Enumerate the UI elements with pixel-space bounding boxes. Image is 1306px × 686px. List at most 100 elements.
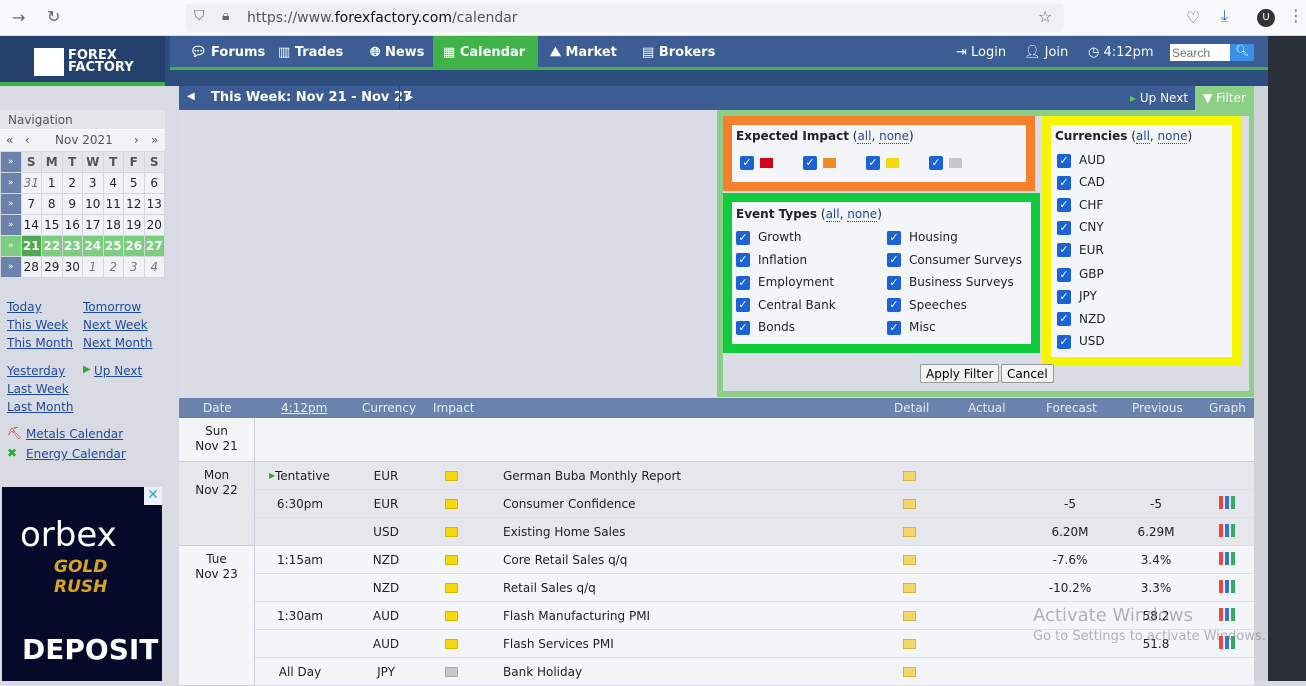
link-metals-calendar[interactable]: Metals Calendar: [26, 427, 123, 441]
prev-week-button[interactable]: ◀: [187, 91, 195, 102]
join-link[interactable]: 👤︎ Join: [1014, 36, 1078, 70]
impact-yellow-icon[interactable]: [445, 639, 458, 649]
nav-trades[interactable]: ▥ Trades: [268, 36, 353, 70]
currency-option[interactable]: ✓ AUD: [1057, 153, 1105, 168]
graph-icon[interactable]: [1219, 524, 1235, 537]
table-row[interactable]: ▶ Tentative EUR German Buba Monthly Report: [255, 462, 1254, 490]
reload-icon[interactable]: ↻: [47, 7, 60, 26]
event-type-option[interactable]: ✓ Speeches: [887, 298, 967, 312]
impact-all-link[interactable]: all: [857, 129, 872, 144]
link-up-next[interactable]: Up Next: [94, 364, 142, 378]
url-bar[interactable]: ⛉ 🔒︎ https://www.forexfactory.com/calend…: [186, 4, 1064, 32]
currency-option[interactable]: ✓ USD: [1057, 334, 1105, 349]
detail-folder-icon[interactable]: [903, 527, 916, 537]
checkbox-checked-icon[interactable]: ✓: [1057, 312, 1071, 327]
checkbox-checked-icon[interactable]: ✓: [736, 275, 750, 290]
nav-market[interactable]: ⛰︎ Market: [540, 36, 627, 70]
calendar-day[interactable]: 15: [41, 214, 63, 236]
week-select[interactable]: »: [0, 151, 22, 173]
event-type-option[interactable]: ✓ Misc: [887, 320, 936, 335]
impact-option[interactable]: ✓: [803, 155, 836, 170]
currency-option[interactable]: ✓ JPY: [1057, 289, 1097, 304]
checkbox-checked-icon[interactable]: ✓: [1057, 243, 1071, 258]
url-text[interactable]: https://www.forexfactory.com/calendar: [247, 10, 518, 26]
event-type-option[interactable]: ✓ Bonds: [736, 320, 795, 335]
calendar-day[interactable]: 5: [123, 172, 145, 194]
calendar-day[interactable]: 18: [102, 214, 124, 236]
link-today[interactable]: Today: [7, 300, 42, 314]
calendar-day[interactable]: 4: [102, 172, 124, 194]
checkbox-checked-icon[interactable]: ✓: [929, 155, 943, 170]
col-time[interactable]: 4:12pm: [281, 401, 327, 415]
event-type-option[interactable]: ✓ Housing: [887, 230, 958, 245]
calendar-day[interactable]: 30: [61, 256, 83, 278]
impact-none-link[interactable]: none: [879, 129, 910, 144]
checkbox-checked-icon[interactable]: ✓: [1057, 267, 1071, 282]
week-select[interactable]: »: [0, 235, 22, 257]
table-row[interactable]: All Day JPY Bank Holiday: [255, 658, 1254, 686]
graph-icon[interactable]: [1219, 608, 1235, 621]
impact-yellow-icon[interactable]: [445, 555, 458, 565]
currency-option[interactable]: ✓ GBP: [1057, 267, 1104, 282]
currency-option[interactable]: ✓ CNY: [1057, 220, 1104, 235]
checkbox-checked-icon[interactable]: ✓: [1057, 334, 1071, 349]
advertisement[interactable]: ✕ orbex GOLD RUSH DEPOSIT: [2, 487, 162, 681]
checkbox-checked-icon[interactable]: ✓: [736, 230, 750, 245]
currency-option[interactable]: ✓ CAD: [1057, 175, 1105, 190]
close-ad-icon[interactable]: ✕: [144, 487, 162, 505]
checkbox-checked-icon[interactable]: ✓: [736, 253, 750, 267]
event-type-option[interactable]: ✓ Employment: [736, 275, 834, 290]
impact-gray-icon[interactable]: [445, 667, 458, 677]
event-type-option[interactable]: ✓ Central Bank: [736, 298, 836, 312]
impact-yellow-icon[interactable]: [445, 471, 458, 481]
event-type-option[interactable]: ✓ Growth: [736, 230, 801, 245]
impact-yellow-icon[interactable]: [445, 527, 458, 537]
search-button[interactable]: 🔍︎: [1230, 44, 1254, 61]
detail-folder-icon[interactable]: [903, 667, 916, 677]
nav-brokers[interactable]: ▤ Brokers: [632, 36, 725, 70]
checkbox-checked-icon[interactable]: ✓: [1057, 220, 1071, 235]
link-next-week[interactable]: Next Week: [83, 318, 148, 332]
detail-folder-icon[interactable]: [903, 555, 916, 565]
filter-button[interactable]: ▼ Filter: [1195, 86, 1254, 110]
checkbox-checked-icon[interactable]: ✓: [887, 275, 901, 290]
calendar-day[interactable]: 7: [20, 193, 42, 215]
table-row[interactable]: 1:15am NZD Core Retail Sales q/q -7.6% 3.4%: [255, 546, 1254, 574]
currency-option[interactable]: ✓ NZD: [1057, 312, 1105, 327]
scroll-gutter[interactable]: [1254, 86, 1268, 681]
currencies-none-link[interactable]: none: [1157, 129, 1188, 144]
forward-icon[interactable]: →: [12, 8, 25, 27]
link-this-week[interactable]: This Week: [7, 318, 68, 332]
calendar-day[interactable]: 29: [41, 256, 63, 278]
nav-calendar[interactable]: ▦ Calendar: [433, 36, 538, 70]
detail-folder-icon[interactable]: [903, 583, 916, 593]
calendar-day[interactable]: 24: [82, 235, 104, 257]
clock-time[interactable]: ◷ 4:12pm: [1078, 36, 1164, 70]
link-yesterday[interactable]: Yesterday: [7, 364, 65, 378]
events-none-link[interactable]: none: [847, 207, 878, 222]
graph-icon[interactable]: [1219, 580, 1235, 593]
login-link[interactable]: ⇥ Login: [946, 36, 1016, 70]
week-select[interactable]: »: [0, 193, 22, 215]
currencies-all-link[interactable]: all: [1135, 129, 1150, 144]
checkbox-checked-icon[interactable]: ✓: [887, 320, 901, 335]
impact-yellow-icon[interactable]: [445, 499, 458, 509]
checkbox-checked-icon[interactable]: ✓: [736, 298, 750, 312]
prev-year-button[interactable]: «: [6, 130, 13, 151]
impact-option[interactable]: ✓: [866, 155, 899, 170]
calendar-day[interactable]: 20: [143, 214, 165, 236]
calendar-day[interactable]: 6: [143, 172, 165, 194]
calendar-day[interactable]: 23: [61, 235, 83, 257]
calendar-day[interactable]: 14: [20, 214, 42, 236]
calendar-day[interactable]: 2: [102, 256, 124, 278]
week-select[interactable]: »: [0, 256, 22, 278]
link-this-month[interactable]: This Month: [7, 336, 73, 350]
calendar-day[interactable]: 31: [20, 172, 42, 194]
checkbox-checked-icon[interactable]: ✓: [887, 230, 901, 245]
checkbox-checked-icon[interactable]: ✓: [1057, 198, 1071, 213]
calendar-day[interactable]: 12: [123, 193, 145, 215]
nav-forums[interactable]: 💬︎ Forums: [180, 36, 275, 70]
detail-folder-icon[interactable]: [903, 611, 916, 621]
download-icon[interactable]: ⤓: [1221, 6, 1228, 26]
detail-folder-icon[interactable]: [903, 499, 916, 509]
